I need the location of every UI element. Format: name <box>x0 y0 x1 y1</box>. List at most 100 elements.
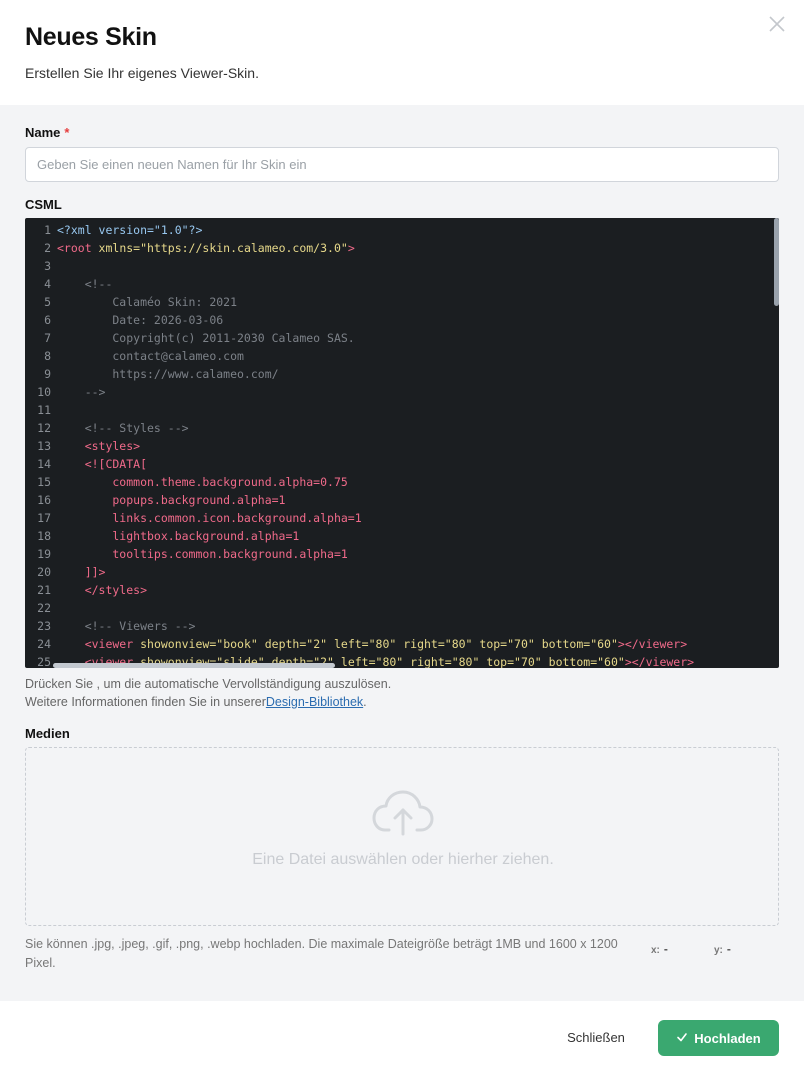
code-token: <!-- <box>57 277 113 291</box>
dialog-header: Neues Skin Erstellen Sie Ihr eigenes Vie… <box>0 0 804 105</box>
cloud-upload-icon <box>372 790 434 836</box>
code-line: 1 <?xml version="1.0"?> <box>25 221 779 239</box>
code-token: popups.background.alpha=1 <box>57 493 286 507</box>
line-number: 5 <box>44 295 51 309</box>
code-token: Calaméo Skin: 2021 <box>57 295 238 309</box>
code-line: 8 contact@calameo.com <box>25 347 779 365</box>
code-token: <![CDATA[ <box>57 457 148 471</box>
csml-label: CSML <box>25 197 62 212</box>
code-line: 10 --> <box>25 383 779 401</box>
code-token: "2" <box>306 637 328 651</box>
code-token: depth= <box>257 637 307 651</box>
close-icon[interactable] <box>766 13 788 35</box>
code-token: "https://skin.calameo.com/3.0" <box>140 241 348 255</box>
dialog-subtitle: Erstellen Sie Ihr eigenes Viewer-Skin. <box>25 65 259 81</box>
code-token: https://www.calameo.com/ <box>57 367 279 381</box>
line-number: 24 <box>37 637 51 651</box>
line-number: 7 <box>44 331 51 345</box>
name-input[interactable] <box>25 147 779 182</box>
line-number: 12 <box>37 421 51 435</box>
code-line: 13 <styles> <box>25 437 779 455</box>
code-token: showonview= <box>140 637 217 651</box>
csml-code-editor[interactable]: 1 <?xml version="1.0"?> 2 <root xmlns="http… <box>25 218 779 668</box>
code-token: <viewer <box>57 637 141 651</box>
x-coordinate: x: - <box>651 942 668 956</box>
code-token: "80" <box>451 655 480 668</box>
code-token: right= <box>396 637 445 651</box>
line-number: 14 <box>37 457 51 471</box>
code-line: 16 popups.background.alpha=1 <box>25 491 779 509</box>
code-line: 22 <box>25 599 779 617</box>
code-token: "60" <box>590 637 618 651</box>
required-mark: * <box>64 125 70 140</box>
code-token: links.common.icon.background.alpha=1 <box>57 511 362 525</box>
code-line: 12 <!-- Styles --> <box>25 419 779 437</box>
upload-button[interactable]: Hochladen <box>658 1020 779 1056</box>
autocomplete-hint: Drücken Sie , um die automatische Vervol… <box>25 677 392 691</box>
code-line: 6 Date: 2026-03-06 <box>25 311 779 329</box>
code-token: "80" <box>444 637 473 651</box>
line-number: 25 <box>37 655 51 668</box>
code-token: <styles> <box>57 439 141 453</box>
library-hint-prefix: Weitere Informationen finden Sie in unse… <box>25 695 266 709</box>
line-number: 11 <box>37 403 51 417</box>
code-token: "70" <box>507 637 535 651</box>
code-token: "80" <box>368 637 397 651</box>
design-library-link[interactable]: Design-Bibliothek <box>266 695 363 709</box>
code-token: ></viewer> <box>617 637 688 651</box>
code-token: <?xml version="1.0"?> <box>57 223 203 237</box>
line-number: 23 <box>37 619 51 633</box>
code-token: Copyright(c) 2011-2030 Calameo SAS. <box>57 331 355 345</box>
editor-vertical-scrollbar[interactable] <box>774 218 779 306</box>
line-number: 18 <box>37 529 51 543</box>
code-line: 9 https://www.calameo.com/ <box>25 365 779 383</box>
code-line: 7 Copyright(c) 2011-2030 Calameo SAS. <box>25 329 779 347</box>
line-number: 3 <box>44 259 51 273</box>
code-line: 19 tooltips.common.background.alpha=1 <box>25 545 779 563</box>
code-token: "book" <box>216 637 258 651</box>
code-token: top= <box>472 637 508 651</box>
code-line: 4 <!-- <box>25 275 779 293</box>
code-token: right= <box>403 655 452 668</box>
code-token: ]]> <box>57 565 106 579</box>
code-token: contact@calameo.com <box>57 349 244 363</box>
code-line: 21 </styles> <box>25 581 779 599</box>
code-token: bottom= <box>534 637 591 651</box>
code-token: xmlns= <box>98 241 141 255</box>
code-token: common.theme.background.alpha=0.75 <box>57 475 348 489</box>
code-token: top= <box>479 655 515 668</box>
code-line: 2 <root xmlns="https://skin.calameo.com/3… <box>25 239 779 257</box>
name-label-text: Name <box>25 125 61 140</box>
upload-button-label: Hochladen <box>694 1030 761 1046</box>
line-number: 22 <box>37 601 51 615</box>
name-label: Name * <box>25 125 69 140</box>
code-line: 17 links.common.icon.background.alpha=1 <box>25 509 779 527</box>
media-dropzone[interactable]: Eine Datei auswählen oder hierher ziehen… <box>25 747 779 926</box>
code-line: 24 <viewer showonview="book" depth="2" l… <box>25 635 779 653</box>
y-coordinate: y: - <box>714 942 731 956</box>
code-token: bottom= <box>541 655 598 668</box>
line-number: 19 <box>37 547 51 561</box>
upload-requirements-note: Sie können .jpg, .jpeg, .gif, .png, .web… <box>25 937 618 970</box>
code-token: Date: 2026-03-06 <box>57 313 224 327</box>
code-line: 11 <box>25 401 779 419</box>
code-line: 14 <![CDATA[ <box>25 455 779 473</box>
code-token: </styles> <box>57 583 148 597</box>
code-token: "60" <box>597 655 625 668</box>
code-token: > <box>347 241 355 255</box>
code-line: 3 <box>25 257 779 275</box>
line-number: 2 <box>44 241 51 255</box>
dialog-footer: Schließen Hochladen <box>0 1001 804 1075</box>
code-token: <root <box>57 241 99 255</box>
code-line: 18 lightbox.background.alpha=1 <box>25 527 779 545</box>
editor-horizontal-scrollbar[interactable] <box>53 663 335 668</box>
y-label: y: <box>714 945 723 956</box>
x-value: - <box>663 942 668 956</box>
code-token: tooltips.common.background.alpha=1 <box>57 547 348 561</box>
close-button[interactable]: Schließen <box>554 1030 638 1045</box>
code-token: left= <box>327 637 369 651</box>
line-number: 9 <box>44 367 51 381</box>
code-token: <!-- Viewers --> <box>57 619 196 633</box>
y-value: - <box>726 942 731 956</box>
line-number: 1 <box>44 223 51 237</box>
